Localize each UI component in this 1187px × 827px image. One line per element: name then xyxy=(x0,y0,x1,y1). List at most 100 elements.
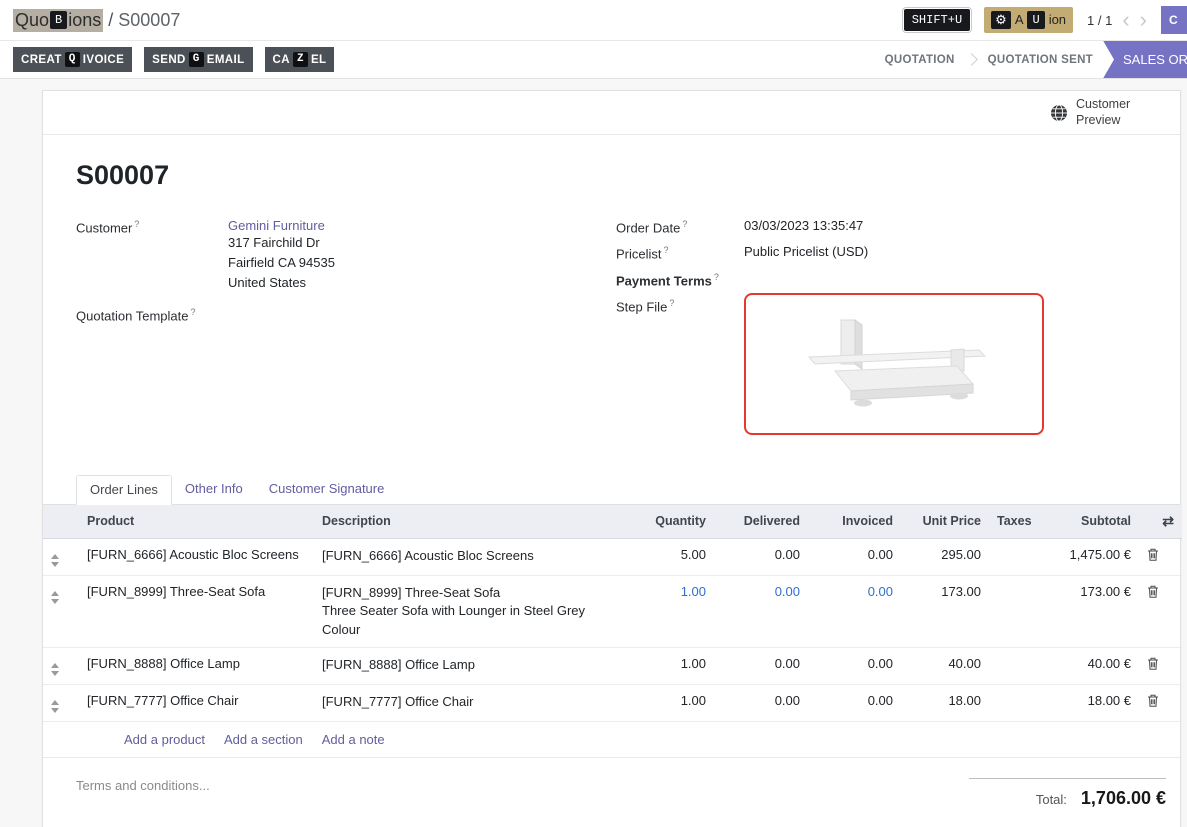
drag-handle-icon[interactable] xyxy=(51,591,59,604)
delete-row-icon[interactable] xyxy=(1147,548,1159,564)
button-text: EMAIL xyxy=(207,54,245,66)
delete-row-icon[interactable] xyxy=(1147,694,1159,710)
quantity-cell[interactable]: 1.00 xyxy=(619,575,714,647)
product-cell[interactable]: [FURN_8999] Three-Seat Sofa xyxy=(79,575,314,647)
taxes-cell[interactable] xyxy=(989,538,1044,575)
field-step-file: Step File? xyxy=(616,297,1156,435)
product-cell[interactable]: [FURN_7777] Office Chair xyxy=(79,685,314,722)
delivered-cell[interactable]: 0.00 xyxy=(714,575,808,647)
field-pricelist: Pricelist? Public Pricelist (USD) xyxy=(616,244,1156,261)
customer-address-line1: 317 Fairchild Dr xyxy=(228,233,335,253)
delivered-cell[interactable]: 0.00 xyxy=(714,685,808,722)
customer-preview-label: Customer Preview xyxy=(1076,97,1138,128)
notebook-tabs: Order Lines Other Info Customer Signatur… xyxy=(43,475,1180,505)
delete-row-icon[interactable] xyxy=(1147,585,1159,601)
order-date-field[interactable]: 03/03/2023 13:35:47 xyxy=(744,218,863,235)
quantity-cell[interactable]: 5.00 xyxy=(619,538,714,575)
product-cell[interactable]: [FURN_6666] Acoustic Bloc Screens xyxy=(79,538,314,575)
drag-handle-icon[interactable] xyxy=(51,663,59,676)
description-cell[interactable]: [FURN_8999] Three-Seat Sofa Three Seater… xyxy=(314,575,619,647)
delivered-cell[interactable]: 0.00 xyxy=(714,538,808,575)
optional-columns-icon[interactable]: ⇄ xyxy=(1162,513,1174,530)
drag-handle-icon[interactable] xyxy=(51,700,59,713)
status-step-quotation[interactable]: QUOTATION xyxy=(875,54,965,66)
taxes-cell[interactable] xyxy=(989,575,1044,647)
statusbar: QUOTATION QUOTATION SENT SALES ORDER xyxy=(875,41,1187,79)
add-a-section-link[interactable]: Add a section xyxy=(224,732,303,747)
pager-value[interactable]: 1 / 1 xyxy=(1087,13,1112,28)
description-cell[interactable]: [FURN_6666] Acoustic Bloc Screens xyxy=(314,538,619,575)
table-row[interactable]: [FURN_8999] Three-Seat Sofa [FURN_8999] … xyxy=(43,575,1182,647)
subtotal-cell: 1,475.00 € xyxy=(1044,538,1139,575)
hotkey-overlay-b: B xyxy=(50,11,67,29)
customer-link[interactable]: Gemini Furniture xyxy=(228,218,325,233)
invoiced-cell[interactable]: 0.00 xyxy=(808,685,901,722)
action-menu-button[interactable]: ⚙ A U ion xyxy=(984,7,1073,33)
invoiced-cell[interactable]: 0.00 xyxy=(808,538,901,575)
quantity-cell[interactable]: 1.00 xyxy=(619,685,714,722)
page-title: S00007 xyxy=(76,160,1156,191)
hotkey-overlay-q: Q xyxy=(65,52,80,67)
add-a-note-link[interactable]: Add a note xyxy=(322,732,385,747)
chevron-right-icon xyxy=(965,53,978,66)
pricelist-field[interactable]: Public Pricelist (USD) xyxy=(744,244,868,261)
create-invoice-button[interactable]: CREAT Q IVOICE xyxy=(13,47,132,72)
customer-preview-button[interactable]: Customer Preview xyxy=(1050,97,1138,128)
corner-button[interactable]: C xyxy=(1161,6,1187,34)
header-quantity: Quantity xyxy=(619,505,714,539)
status-step-sales-order[interactable]: SALES ORDER xyxy=(1103,41,1187,79)
step-file-image xyxy=(744,293,1044,435)
globe-icon xyxy=(1050,104,1068,122)
help-icon: ? xyxy=(714,272,719,282)
invoiced-cell[interactable]: 0.00 xyxy=(808,575,901,647)
table-row[interactable]: [FURN_8888] Office Lamp [FURN_8888] Offi… xyxy=(43,648,1182,685)
button-text: CREAT xyxy=(21,54,62,66)
description-cell[interactable]: [FURN_7777] Office Chair xyxy=(314,685,619,722)
action-buttons: CREAT Q IVOICE SEND G EMAIL CA Z EL xyxy=(13,47,334,72)
terms-and-conditions-field[interactable]: Terms and conditions... xyxy=(76,778,210,809)
customer-address-line2: Fairfield CA 94535 xyxy=(228,253,335,273)
breadcrumb-separator: / xyxy=(108,10,113,31)
totals-block: Total: 1,706.00 € xyxy=(969,778,1166,809)
invoiced-cell[interactable]: 0.00 xyxy=(808,648,901,685)
subtotal-cell: 173.00 € xyxy=(1044,575,1139,647)
button-text: CA xyxy=(273,54,290,66)
drag-handle-icon[interactable] xyxy=(51,554,59,567)
quantity-cell[interactable]: 1.00 xyxy=(619,648,714,685)
step-file-3d-render xyxy=(779,308,1009,420)
description-cell[interactable]: [FURN_8888] Office Lamp xyxy=(314,648,619,685)
tab-order-lines[interactable]: Order Lines xyxy=(76,475,172,505)
status-step-quotation-sent[interactable]: QUOTATION SENT xyxy=(978,54,1103,66)
unit-price-cell[interactable]: 18.00 xyxy=(901,685,989,722)
tab-customer-signature[interactable]: Customer Signature xyxy=(256,475,398,505)
unit-price-cell[interactable]: 40.00 xyxy=(901,648,989,685)
delivered-cell[interactable]: 0.00 xyxy=(714,648,808,685)
header-description: Description xyxy=(314,505,619,539)
pager-previous-icon[interactable]: ‹ xyxy=(1122,9,1129,31)
cancel-button[interactable]: CA Z EL xyxy=(265,47,335,72)
product-cell[interactable]: [FURN_8888] Office Lamp xyxy=(79,648,314,685)
delete-row-icon[interactable] xyxy=(1147,657,1159,673)
pager: 1 / 1 ‹ › xyxy=(1087,9,1147,31)
payment-terms-label: Payment Terms? xyxy=(616,271,744,288)
action-label-right: ion xyxy=(1049,12,1066,27)
hotkey-overlay-u: U xyxy=(1027,11,1044,29)
button-text: IVOICE xyxy=(83,54,124,66)
add-a-product-link[interactable]: Add a product xyxy=(124,732,205,747)
send-email-button[interactable]: SEND G EMAIL xyxy=(144,47,252,72)
field-customer: Customer? Gemini Furniture 317 Fairchild… xyxy=(76,218,616,293)
breadcrumb-parent-link[interactable]: Quo B ions xyxy=(13,9,103,32)
help-icon: ? xyxy=(191,307,196,317)
unit-price-cell[interactable]: 295.00 xyxy=(901,538,989,575)
table-row[interactable]: [FURN_6666] Acoustic Bloc Screens [FURN_… xyxy=(43,538,1182,575)
subtotal-cell: 18.00 € xyxy=(1044,685,1139,722)
table-row[interactable]: [FURN_7777] Office Chair [FURN_7777] Off… xyxy=(43,685,1182,722)
unit-price-cell[interactable]: 173.00 xyxy=(901,575,989,647)
tab-other-info[interactable]: Other Info xyxy=(172,475,256,505)
header-delivered: Delivered xyxy=(714,505,808,539)
taxes-cell[interactable] xyxy=(989,685,1044,722)
pager-next-icon[interactable]: › xyxy=(1140,9,1147,31)
breadcrumb-parent-text-left: Quo xyxy=(15,10,49,31)
sheet: Customer Preview S00007 Customer? Gemini… xyxy=(42,90,1181,827)
taxes-cell[interactable] xyxy=(989,648,1044,685)
